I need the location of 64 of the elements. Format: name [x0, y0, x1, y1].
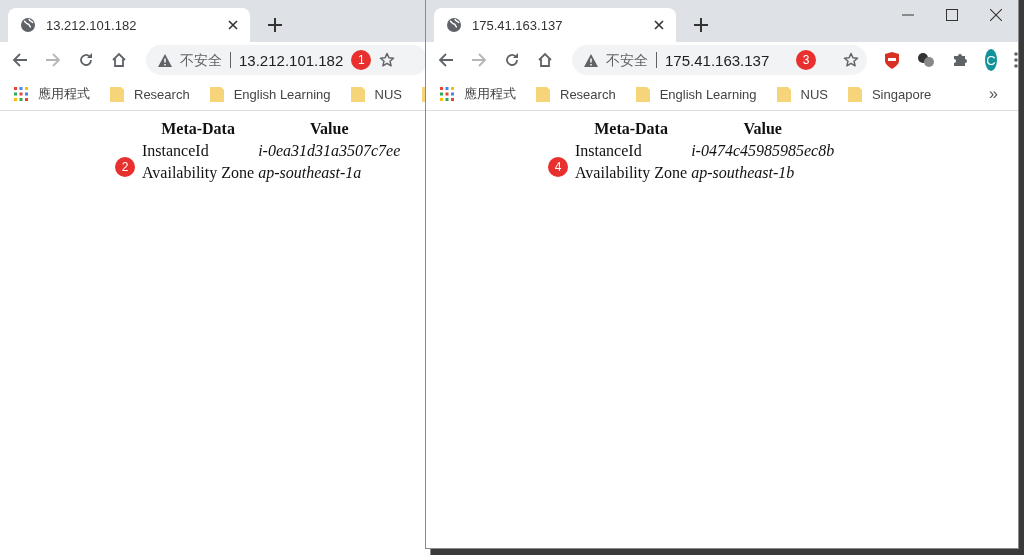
table-cell-text: ap-southeast-1b	[690, 163, 796, 183]
security-label: 不安全	[606, 52, 657, 68]
bookmark-link[interactable]: 應用程式	[464, 85, 516, 103]
apps-grid-icon[interactable]	[440, 87, 454, 101]
home-icon[interactable]	[111, 52, 127, 68]
bookmark-link[interactable]: 應用程式	[38, 85, 90, 103]
close-icon[interactable]	[990, 9, 1002, 21]
column-header: Meta-Data	[160, 119, 236, 139]
security-label: 不安全	[180, 52, 231, 68]
reload-icon[interactable]	[504, 52, 520, 68]
column-header: Meta-Data	[593, 119, 669, 139]
maximize-icon[interactable]	[946, 9, 958, 21]
menu-icon[interactable]	[1014, 52, 1018, 68]
back-icon[interactable]	[438, 52, 454, 68]
address-bar[interactable]: 不安全 175.41.163.137 3	[572, 45, 867, 75]
url-text: 175.41.163.137	[665, 51, 770, 69]
folder-icon	[209, 86, 224, 102]
new-tab-icon[interactable]	[694, 18, 708, 32]
url-text: 13.212.101.182	[239, 51, 344, 69]
folder-icon	[776, 86, 791, 102]
folder-icon	[847, 86, 862, 102]
star-icon[interactable]	[843, 52, 859, 68]
bookmark-folder[interactable]: English Learning	[233, 86, 331, 102]
new-tab-icon[interactable]	[268, 18, 282, 32]
number-badge: 4	[548, 157, 568, 177]
table-cell-text: ap-southeast-1a	[257, 163, 363, 183]
column-header: Value	[308, 119, 350, 139]
table-cell-text: InstanceId	[141, 141, 210, 161]
folder-icon	[110, 86, 124, 102]
number-badge: 3	[796, 50, 817, 70]
bookmark-folder[interactable]: Research	[560, 86, 616, 102]
profile-avatar[interactable]: C	[985, 49, 997, 71]
address-bar[interactable]: 不安全 13.212.101.182 1	[146, 45, 428, 75]
globe-icon	[20, 17, 36, 33]
extensions-icon[interactable]	[952, 52, 968, 68]
table-cell: i-0474c45985985ec8b	[690, 141, 836, 161]
bookmark-folder[interactable]: Singapore	[871, 86, 932, 102]
table-cell: Availability Zone	[574, 163, 689, 183]
back-icon[interactable]	[12, 52, 28, 68]
table-cell: i-0ea31d31a3507c7ee	[257, 141, 402, 161]
close-icon[interactable]	[654, 20, 664, 30]
folder-icon	[536, 86, 550, 102]
home-icon[interactable]	[537, 52, 553, 68]
reload-icon[interactable]	[78, 52, 94, 68]
bookmark-folder[interactable]: NUS	[800, 86, 828, 102]
number-badge: 1	[351, 50, 372, 70]
globe-icon	[446, 17, 462, 33]
more-bookmarks-button[interactable]: »	[989, 85, 998, 103]
shield-extension-icon[interactable]	[884, 51, 900, 69]
star-icon[interactable]	[379, 52, 396, 68]
apps-grid-icon[interactable]	[14, 87, 28, 101]
warning-icon[interactable]	[158, 53, 172, 67]
table-cell: Availability Zone	[141, 163, 256, 183]
folder-icon	[350, 86, 365, 102]
warning-icon[interactable]	[584, 53, 598, 67]
molecule-extension-icon[interactable]	[917, 52, 935, 68]
bookmark-folder[interactable]: NUS	[374, 86, 402, 102]
number-badge: 2	[115, 157, 135, 177]
bookmark-folder[interactable]: Research	[134, 86, 190, 102]
column-header: Value	[742, 119, 783, 139]
close-icon[interactable]	[228, 20, 238, 30]
folder-icon	[635, 86, 650, 102]
table-cell-text: InstanceId	[574, 141, 643, 161]
bookmark-folder[interactable]: English Learning	[659, 86, 757, 102]
